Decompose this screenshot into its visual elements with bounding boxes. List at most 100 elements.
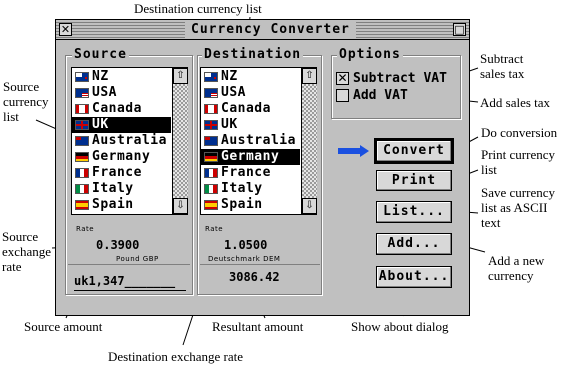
- currency-name: USA: [221, 85, 246, 100]
- resultant-amount: 3086.42: [229, 270, 280, 284]
- convert-button[interactable]: Convert: [374, 138, 454, 164]
- source-rate-label: Rate: [76, 225, 95, 233]
- annotation-line: Subtract: [480, 51, 524, 66]
- currency-name: Germany: [221, 149, 280, 164]
- currency-list-item[interactable]: NZ: [201, 69, 300, 85]
- currency-list-item[interactable]: Germany: [72, 149, 171, 165]
- subtract-vat-label: Subtract VAT: [353, 71, 447, 86]
- currency-list-item[interactable]: Australia: [201, 133, 300, 149]
- destination-currency-name: Deutschmark DEM: [208, 255, 281, 263]
- annotation-line: list as ASCII: [481, 200, 548, 215]
- currency-name: France: [92, 165, 142, 180]
- destination-scrollbar[interactable]: ⇧ ⇩: [301, 68, 317, 214]
- annotation-about: Show about dialog: [351, 319, 449, 334]
- currency-name: Canada: [221, 101, 271, 116]
- currency-list-item[interactable]: Germany: [201, 149, 300, 165]
- options-group: [331, 55, 461, 119]
- annotation-destination-list: Destination currency list: [134, 1, 262, 16]
- currency-list-item[interactable]: UK: [72, 117, 171, 133]
- destination-currency-list[interactable]: NZ USA Canada UK Australia Germany France Italy…: [200, 67, 317, 215]
- zoom-box-icon[interactable]: □: [453, 23, 466, 36]
- source-label: Source: [72, 47, 129, 62]
- currency-list-item[interactable]: France: [201, 165, 300, 181]
- currency-name: Italy: [92, 181, 134, 196]
- print-button[interactable]: Print: [376, 170, 452, 191]
- annotation-line: Source: [2, 229, 39, 244]
- usa-flag-icon: [75, 88, 89, 98]
- scroll-down-icon[interactable]: ⇩: [302, 198, 317, 214]
- germany-flag-icon: [75, 152, 89, 162]
- annotation-line: currency: [3, 94, 49, 109]
- add-button[interactable]: Add...: [376, 233, 452, 255]
- currency-list-item[interactable]: USA: [72, 85, 171, 101]
- destination-rate-label: Rate: [205, 225, 224, 233]
- scroll-down-icon[interactable]: ⇩: [173, 198, 188, 214]
- annotation-source-amount: Source amount: [24, 319, 103, 334]
- add-vat-checkbox[interactable]: [336, 89, 349, 102]
- currency-name: Australia: [221, 133, 296, 148]
- about-button[interactable]: About...: [376, 266, 452, 288]
- currency-list-item[interactable]: France: [72, 165, 171, 181]
- annotation-line: currency: [488, 268, 534, 283]
- annotation-line: Add a new: [488, 253, 545, 268]
- source-currency-name: Pound GBP: [116, 255, 159, 263]
- source-scrollbar[interactable]: ⇧ ⇩: [172, 68, 188, 214]
- spain-flag-icon: [75, 200, 89, 210]
- annotation-list: Save currency list as ASCII text: [481, 185, 555, 230]
- annotation-line: list: [3, 109, 19, 124]
- annotation-line: list: [481, 162, 497, 177]
- subtract-vat-checkbox[interactable]: ✕: [336, 72, 349, 85]
- currency-list-item[interactable]: Italy: [201, 181, 300, 197]
- canada-flag-icon: [75, 104, 89, 114]
- france-flag-icon: [204, 168, 218, 178]
- australia-flag-icon: [75, 136, 89, 146]
- currency-list-item[interactable]: Canada: [72, 101, 171, 117]
- currency-list-item[interactable]: Spain: [201, 197, 300, 213]
- canada-flag-icon: [204, 104, 218, 114]
- scroll-up-icon[interactable]: ⇧: [302, 68, 317, 84]
- options-label: Options: [337, 47, 403, 62]
- nz-flag-icon: [204, 72, 218, 82]
- annotation-print: Print currency list: [481, 147, 555, 177]
- currency-list-item[interactable]: Spain: [72, 197, 171, 213]
- australia-flag-icon: [204, 136, 218, 146]
- window-title: Currency Converter: [185, 21, 356, 38]
- annotation-line: Source: [3, 79, 40, 94]
- currency-name: France: [221, 165, 271, 180]
- nz-flag-icon: [75, 72, 89, 82]
- uk-flag-icon: [204, 120, 218, 130]
- source-amount-input[interactable]: uk1,347_______: [74, 274, 186, 291]
- annotation-source-rate: Source exchange rate: [2, 229, 51, 274]
- currency-list-item[interactable]: Canada: [201, 101, 300, 117]
- close-box-icon[interactable]: ✕: [59, 23, 72, 36]
- currency-name: Italy: [221, 181, 263, 196]
- annotation-line: Print currency: [481, 147, 556, 162]
- source-currency-list[interactable]: NZ USA Canada UK Australia Germany France Italy…: [71, 67, 188, 215]
- scroll-up-icon[interactable]: ⇧: [173, 68, 188, 84]
- annotation-subtract-vat: Subtract sales tax: [480, 51, 524, 81]
- currency-list-item[interactable]: Australia: [72, 133, 171, 149]
- annotation-line: sales tax: [480, 66, 525, 81]
- currency-list-item[interactable]: Italy: [72, 181, 171, 197]
- annotation-source-list: Source currency list: [3, 79, 48, 124]
- uk-flag-icon: [75, 120, 89, 130]
- annotation-line: Save currency: [481, 185, 555, 200]
- destination-label: Destination: [202, 47, 304, 62]
- destination-rate-value: 1.0500: [224, 238, 268, 252]
- currency-list-item[interactable]: NZ: [72, 69, 171, 85]
- source-amount-value: uk1,347: [74, 274, 125, 288]
- currency-name: NZ: [221, 69, 238, 84]
- currency-list-item[interactable]: USA: [201, 85, 300, 101]
- currency-name: NZ: [92, 69, 109, 84]
- spain-flag-icon: [204, 200, 218, 210]
- italy-flag-icon: [204, 184, 218, 194]
- source-rate-value: 0.3900: [96, 238, 140, 252]
- destination-divider: [200, 264, 320, 265]
- annotation-convert: Do conversion: [481, 125, 558, 140]
- list-button[interactable]: List...: [376, 201, 452, 223]
- annotation-add-vat: Add sales tax: [480, 95, 551, 110]
- add-vat-label: Add VAT: [353, 88, 408, 103]
- currency-name: UK: [92, 117, 109, 132]
- currency-list-item[interactable]: UK: [201, 117, 300, 133]
- germany-flag-icon: [204, 152, 218, 162]
